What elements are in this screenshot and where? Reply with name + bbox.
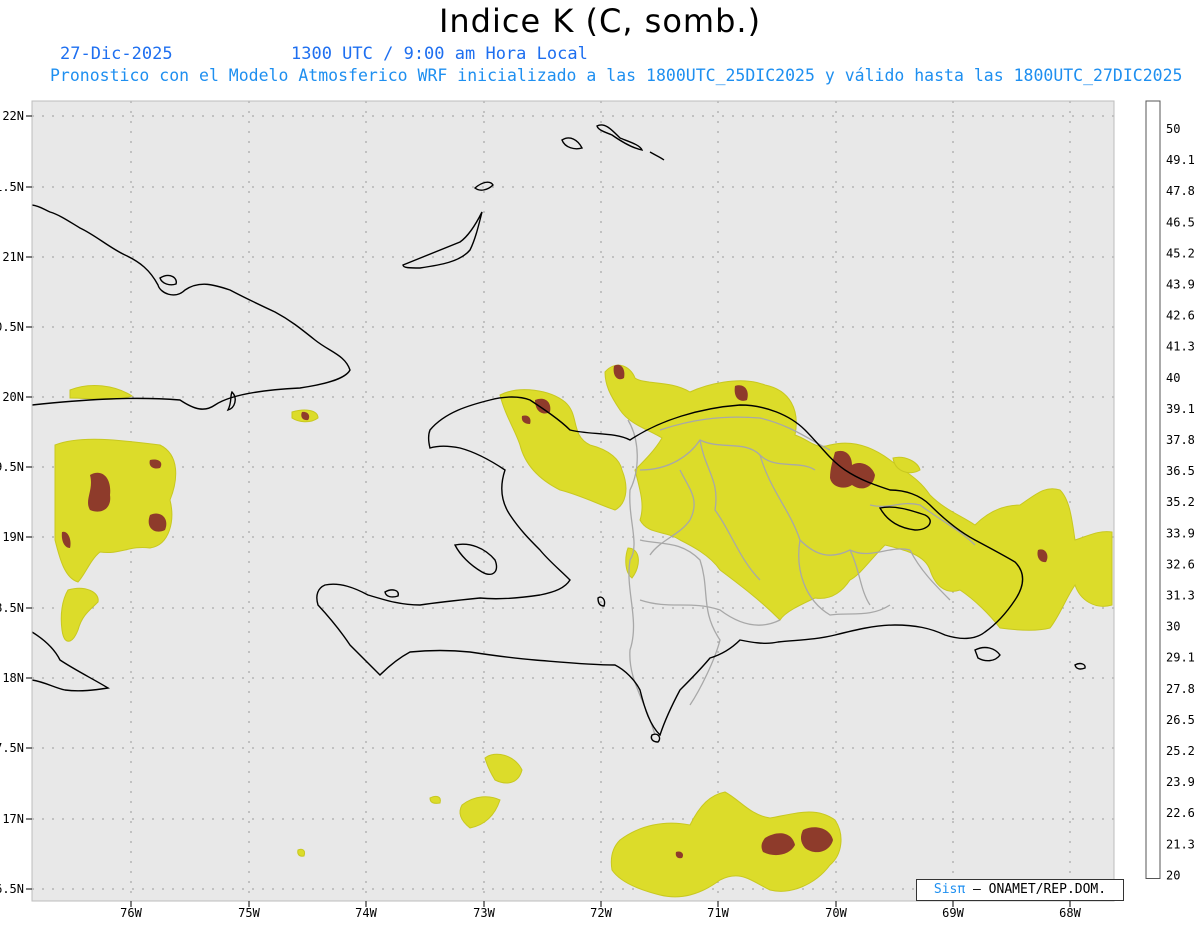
lon-label: 70W	[825, 906, 847, 920]
legend-label: 49.1	[1166, 153, 1195, 167]
sispi-logo: Sisπ	[933, 882, 966, 897]
lat-label: 6.5N	[0, 882, 24, 896]
longitude-labels: 76W 75W 74W 73W 72W 71W 70W 69W 68W	[120, 901, 1082, 920]
map-background	[32, 101, 1114, 901]
legend-label: 27.8	[1166, 682, 1195, 696]
legend-label: 20	[1166, 868, 1180, 882]
lon-label: 71W	[707, 906, 729, 920]
color-legend: 50 49.1 47.8 46.5 45.2 43.9 42.6 41.3 40 39.1 37.8…	[1145, 100, 1195, 882]
legend-label: 43.9	[1166, 278, 1195, 292]
legend-label: 35.2	[1166, 495, 1195, 509]
lat-label: 17N	[2, 812, 24, 826]
credit-box: Sisπ – ONAMET/REP.DOM.	[916, 879, 1124, 901]
legend-label: 30	[1166, 620, 1180, 634]
lon-label: 68W	[1059, 906, 1081, 920]
legend-label: 45.2	[1166, 246, 1195, 260]
lat-label: 18N	[2, 671, 24, 685]
legend-label: 22.6	[1166, 806, 1195, 820]
legend-label: 29.1	[1166, 651, 1195, 665]
legend-label: 50	[1166, 122, 1180, 136]
lat-label: 19N	[2, 530, 24, 544]
legend-label: 37.8	[1166, 433, 1195, 447]
legend-label: 36.5	[1166, 464, 1195, 478]
lon-label: 69W	[942, 906, 964, 920]
latitude-labels: 22N 1.5N 21N 0.5N 20N 9.5N 19N 8.5N 18N 7.5N 17N 6.…	[0, 109, 32, 896]
lat-label: 21N	[2, 250, 24, 264]
lat-label: 20N	[2, 390, 24, 404]
lat-label: 7.5N	[0, 741, 24, 755]
legend-label: 46.5	[1166, 215, 1195, 229]
legend-label: 42.6	[1166, 309, 1195, 323]
lat-label: 22N	[2, 109, 24, 123]
legend-label: 32.6	[1166, 557, 1195, 571]
lat-label: 0.5N	[0, 320, 24, 334]
legend-label: 21.3	[1166, 837, 1195, 851]
lon-label: 76W	[120, 906, 142, 920]
lat-label: 9.5N	[0, 460, 24, 474]
legend-label: 47.8	[1166, 184, 1195, 198]
credit-text: – ONAMET/REP.DOM.	[973, 882, 1107, 897]
lon-label: 72W	[590, 906, 612, 920]
legend-label: 39.1	[1166, 402, 1195, 416]
lon-label: 75W	[238, 906, 260, 920]
k-index-map: 22N 1.5N 21N 0.5N 20N 9.5N 19N 8.5N 18N 7.5N 17N 6.…	[0, 100, 1195, 920]
lat-label: 8.5N	[0, 601, 24, 615]
legend-label: 33.9	[1166, 526, 1195, 540]
lon-label: 74W	[355, 906, 377, 920]
legend-label: 41.3	[1166, 340, 1195, 354]
legend-label: 26.5	[1166, 713, 1195, 727]
legend-label: 40	[1166, 371, 1180, 385]
lat-label: 1.5N	[0, 180, 24, 194]
legend-label: 25.2	[1166, 744, 1195, 758]
legend-label: 31.3	[1166, 589, 1195, 603]
lon-label: 73W	[473, 906, 495, 920]
legend-label: 23.9	[1166, 775, 1195, 789]
